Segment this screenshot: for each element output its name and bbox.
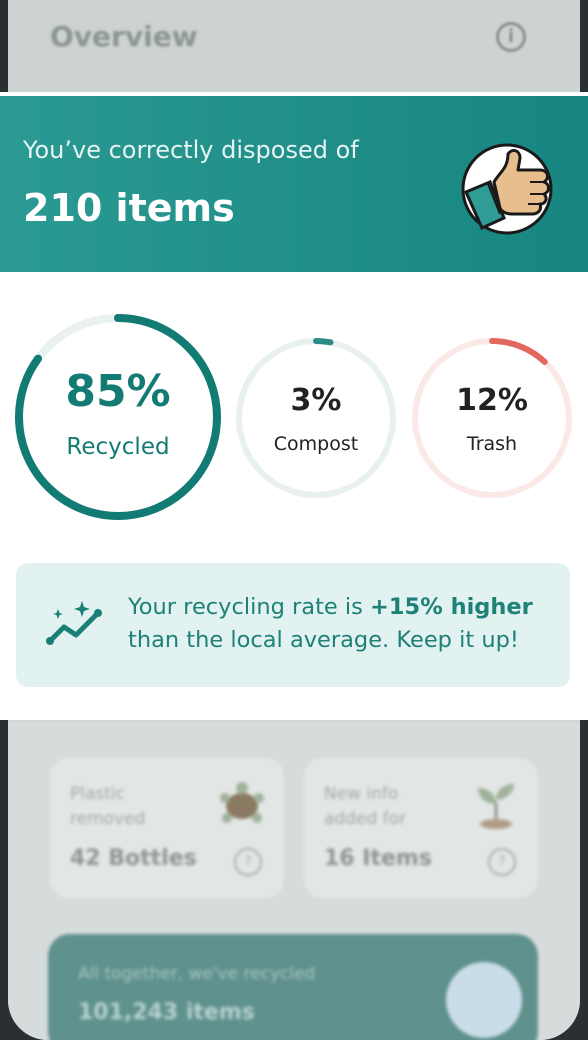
sparkle-trend-icon [46, 601, 102, 645]
tip-text: Your recycling rate is +15% higher than … [128, 591, 558, 657]
page-title: Overview [50, 20, 198, 53]
help-icon[interactable]: ? [488, 848, 516, 876]
summary-modal: You’ve correctly disposed of 210 items 8… [0, 92, 588, 720]
tip-pre: Your recycling rate is [128, 594, 371, 620]
trash-progress [412, 338, 572, 498]
plastic-card[interactable]: Plastic removed 42 Bottles ? [50, 758, 284, 898]
help-icon[interactable]: ? [234, 848, 262, 876]
card-label: removed [70, 809, 146, 829]
trash-percent: 12% [456, 383, 528, 418]
ring-track [236, 338, 396, 498]
recycled-percent: 85% [65, 366, 171, 417]
compost-percent: 3% [290, 383, 342, 418]
globe-icon [446, 962, 522, 1038]
thumbs-up-icon [461, 143, 553, 235]
card-value: 42 Bottles [70, 846, 197, 871]
compost-label: Compost [273, 433, 359, 455]
recycled-progress [15, 314, 221, 520]
recycled-label: Recycled [66, 434, 170, 460]
banner-text: All together, we've recycled [78, 964, 316, 984]
trash-label: Trash [466, 433, 518, 455]
card-label: added for [324, 809, 407, 829]
card-value: 16 Items [324, 846, 432, 871]
comparison-tip: Your recycling rate is +15% higher than … [16, 563, 570, 687]
banner-value: 101,243 items [78, 1000, 255, 1025]
phone-frame: Overview i Plastic removed 42 Bottles ? N… [0, 0, 588, 1040]
new-info-card[interactable]: New info added for 16 Items ? [304, 758, 538, 898]
summary-header: You’ve correctly disposed of 210 items [0, 96, 588, 272]
compost-ring: 3% Compost [235, 337, 397, 499]
compost-progress [236, 338, 396, 498]
card-label: Plastic [70, 784, 125, 804]
info-icon[interactable]: i [496, 22, 526, 52]
tip-post: than the local average. Keep it up! [128, 627, 519, 653]
community-banner[interactable]: All together, we've recycled 101,243 ite… [48, 934, 538, 1040]
turtle-icon [220, 782, 264, 823]
trash-ring: 12% Trash [411, 337, 573, 499]
tip-highlight: +15% higher [370, 594, 533, 620]
total-items: 210 items [23, 186, 235, 230]
sprout-icon [478, 784, 514, 829]
summary-subtitle: You’ve correctly disposed of [23, 136, 359, 164]
card-label: New info [324, 784, 399, 804]
recycled-ring: 85% Recycled [15, 314, 221, 520]
